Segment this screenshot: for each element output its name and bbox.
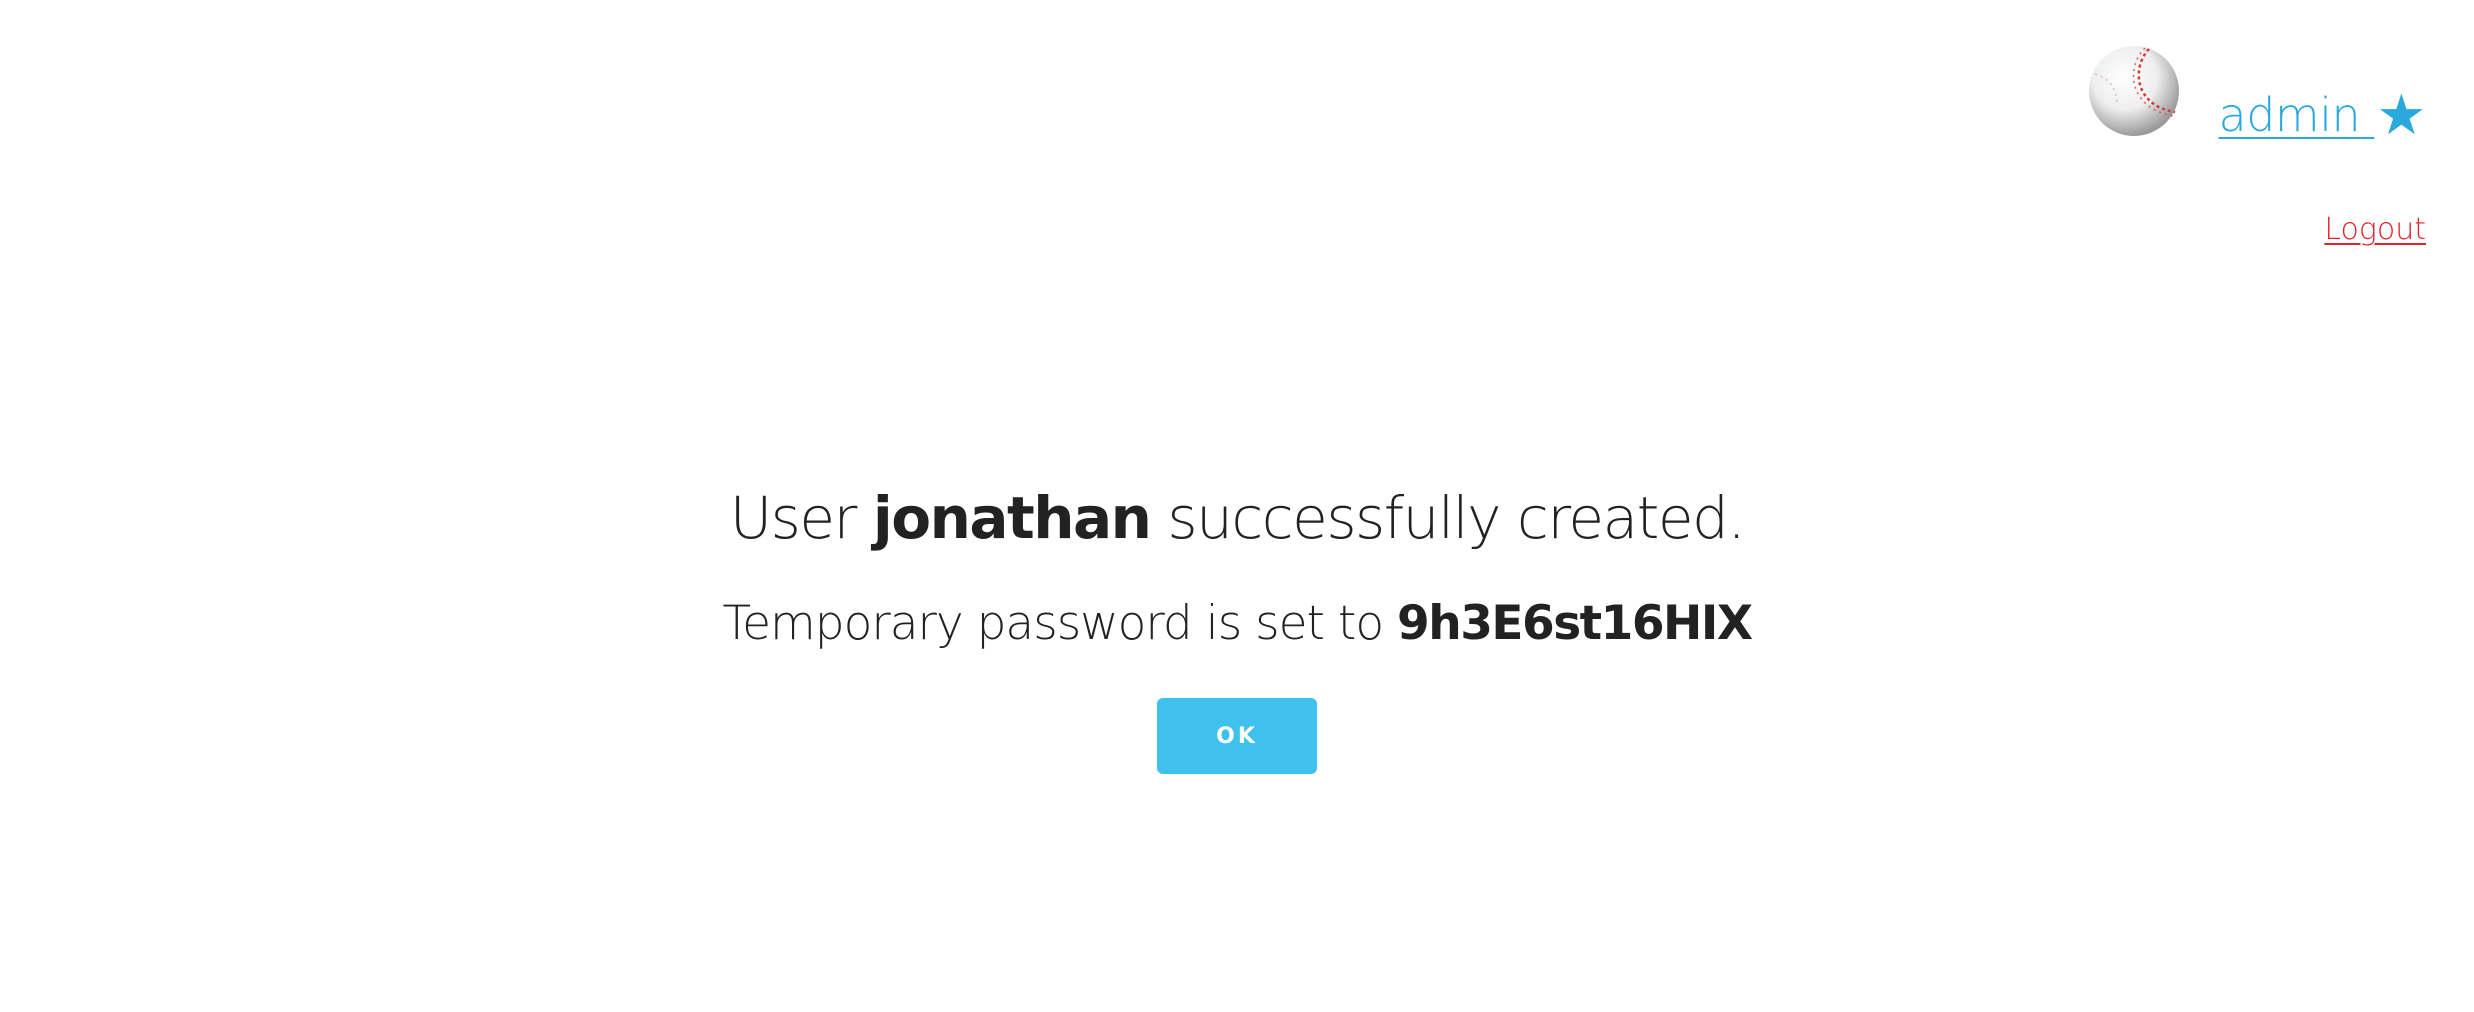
star-icon: ★	[2376, 83, 2426, 148]
created-username: jonathan	[872, 484, 1152, 552]
logout-link[interactable]: Logout	[2324, 212, 2426, 247]
success-message: User jonathan successfully created. Temp…	[0, 482, 2474, 774]
user-menu-link[interactable]: admin ★	[2218, 83, 2427, 148]
headline: User jonathan successfully created.	[0, 482, 2474, 554]
ok-button[interactable]: OK	[1157, 698, 1317, 774]
password-prefix: Temporary password is set to	[722, 596, 1398, 651]
baseball-icon	[2088, 46, 2179, 136]
username-label: admin	[2218, 88, 2361, 142]
avatar	[2087, 44, 2181, 138]
headline-prefix: User	[729, 484, 873, 552]
user-area: admin ★	[2087, 44, 2426, 144]
temporary-password: 9h3E6st16HIX	[1397, 596, 1753, 651]
password-line: Temporary password is set to 9h3E6st16HI…	[0, 594, 2474, 654]
page: admin ★ Logout User jonathan successfull…	[0, 0, 2474, 1012]
headline-suffix: successfully created.	[1150, 484, 1745, 552]
